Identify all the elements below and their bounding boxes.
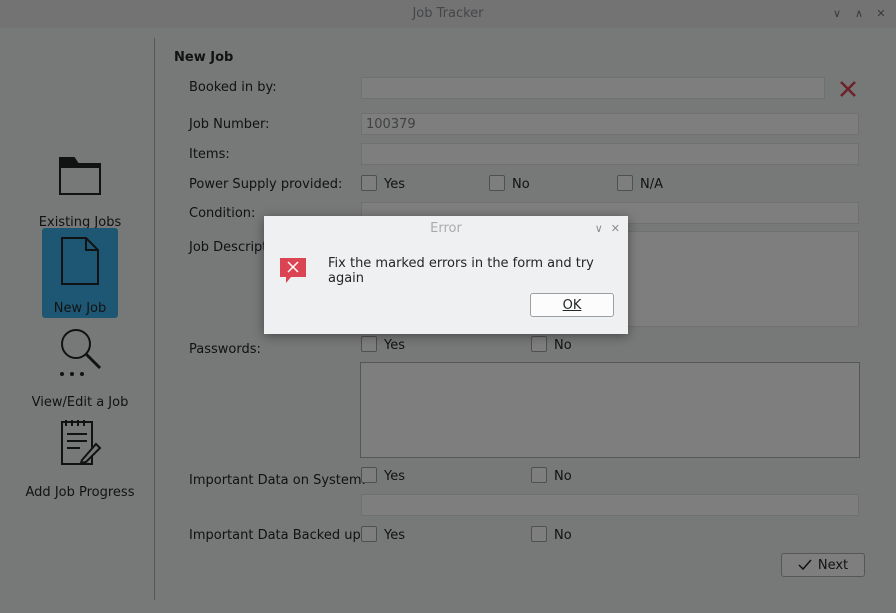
dialog-message: Fix the marked errors in the form and tr… — [328, 256, 594, 286]
dialog-close-icon[interactable]: ✕ — [611, 216, 620, 242]
error-icon — [280, 258, 306, 283]
ok-button-label: OK — [562, 297, 582, 313]
ok-button[interactable]: OK — [530, 293, 614, 317]
dialog-minimize-icon[interactable]: ∨ — [595, 216, 603, 242]
dialog-title: Error — [430, 221, 462, 236]
error-dialog: Error ∨ ✕ Fix the marked errors in the f… — [264, 216, 628, 334]
